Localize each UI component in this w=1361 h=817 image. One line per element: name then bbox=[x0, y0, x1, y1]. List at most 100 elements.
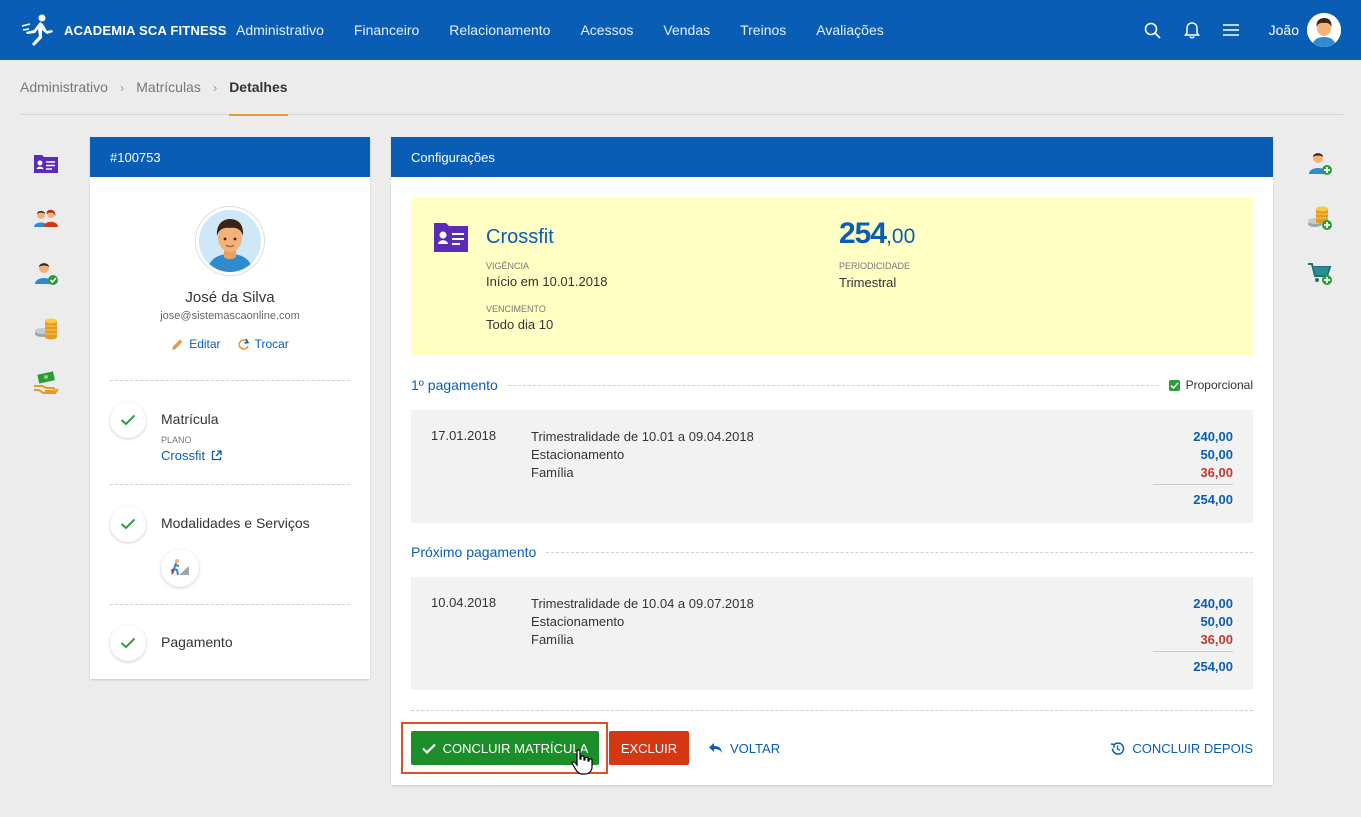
next-payment-title: Próximo pagamento bbox=[411, 544, 537, 560]
next-payment-values: 240,00 50,00 36,00 bbox=[1193, 595, 1233, 649]
divider bbox=[110, 380, 350, 381]
vigencia-value: Início em 10.01.2018 bbox=[486, 274, 608, 289]
total-separator bbox=[1153, 484, 1233, 485]
nav-item-avaliacoes[interactable]: Avaliações bbox=[816, 22, 883, 38]
step-title-matricula: Matrícula bbox=[161, 411, 219, 427]
user-avatar[interactable] bbox=[1307, 13, 1341, 47]
money-hand-icon[interactable] bbox=[33, 370, 59, 396]
payment-value: 240,00 bbox=[1193, 596, 1233, 611]
divider bbox=[110, 604, 350, 605]
first-payment-date: 17.01.2018 bbox=[431, 428, 497, 443]
plan-link[interactable]: Crossfit bbox=[161, 448, 222, 463]
user-check-icon[interactable] bbox=[33, 260, 59, 286]
member-name: José da Silva bbox=[185, 289, 275, 306]
member-card: #100753 José da Silva jose@sistemascaonl… bbox=[90, 137, 370, 679]
payment-line: Estacionamento bbox=[531, 447, 625, 462]
crossfit-modality-icon[interactable] bbox=[161, 549, 199, 587]
member-id-header: #100753 bbox=[90, 137, 370, 177]
divider bbox=[546, 551, 1253, 553]
runner-logo-icon bbox=[21, 14, 53, 46]
profile-avatar bbox=[196, 207, 264, 275]
back-button[interactable]: VOLTAR bbox=[708, 731, 780, 765]
breadcrumb-matriculas[interactable]: Matrículas bbox=[136, 79, 201, 95]
member-email: jose@sistemascaonline.com bbox=[160, 310, 300, 322]
nav-item-vendas[interactable]: Vendas bbox=[663, 22, 710, 38]
payment-line: Família bbox=[531, 465, 574, 480]
next-payment-details: 10.04.2018 Trimestralidade de 10.04 a 09… bbox=[411, 577, 1253, 690]
plan-name: Crossfit bbox=[486, 226, 554, 248]
payment-value: 50,00 bbox=[1200, 447, 1233, 462]
breadcrumb-current: Detalhes bbox=[229, 60, 288, 116]
add-user-icon[interactable] bbox=[1307, 150, 1333, 176]
add-coins-icon[interactable] bbox=[1307, 205, 1333, 231]
brand[interactable]: ACADEMIA SCA FITNESS bbox=[20, 12, 227, 48]
plan-price: 254,00 bbox=[839, 217, 915, 251]
next-payment-lines: Trimestralidade de 10.04 a 09.07.2018 Es… bbox=[531, 595, 754, 649]
left-toolbar bbox=[33, 150, 59, 425]
search-icon[interactable] bbox=[1143, 20, 1163, 40]
right-toolbar bbox=[1307, 150, 1333, 315]
external-link-icon bbox=[211, 450, 222, 461]
divider bbox=[110, 484, 350, 485]
edit-label: Editar bbox=[189, 337, 221, 351]
edit-button[interactable]: Editar bbox=[171, 337, 221, 351]
refresh-icon bbox=[238, 338, 249, 350]
payment-value: 240,00 bbox=[1193, 429, 1233, 444]
history-icon bbox=[1111, 741, 1125, 755]
coins-icon[interactable] bbox=[33, 315, 59, 341]
first-payment-lines: Trimestralidade de 10.01 a 09.04.2018 Es… bbox=[531, 428, 754, 482]
nav-right: João bbox=[1124, 0, 1341, 60]
config-header: Configurações bbox=[391, 137, 1273, 177]
first-payment-title: 1º pagamento bbox=[411, 377, 498, 393]
swap-button[interactable]: Trocar bbox=[237, 337, 289, 351]
first-payment-header: 1º pagamento Proporcional bbox=[411, 375, 1253, 395]
conclude-later-button[interactable]: CONCLUIR DEPOIS bbox=[1110, 731, 1253, 765]
step-matricula: Matrícula PLANO Crossfit bbox=[110, 402, 350, 463]
plan-summary: Crossfit VIGÊNCIA Início em 10.01.2018 V… bbox=[411, 197, 1253, 355]
couple-icon[interactable] bbox=[33, 205, 59, 231]
check-icon bbox=[110, 402, 146, 438]
swap-label: Trocar bbox=[254, 337, 289, 351]
vencimento-label: VENCIMENTO bbox=[486, 304, 546, 314]
payment-value: 50,00 bbox=[1200, 614, 1233, 629]
delete-button[interactable]: EXCLUIR bbox=[609, 731, 689, 765]
breadcrumb-administrativo[interactable]: Administrativo bbox=[20, 79, 108, 95]
back-label: VOLTAR bbox=[730, 740, 781, 756]
payment-value: 36,00 bbox=[1200, 632, 1233, 647]
checkbox-checked-icon bbox=[1168, 379, 1180, 391]
proportional-label: Proporcional bbox=[1185, 378, 1253, 392]
payment-line: Trimestralidade de 10.01 a 09.04.2018 bbox=[531, 429, 754, 444]
plan-link-text: Crossfit bbox=[161, 448, 206, 463]
main-nav: Administrativo Financeiro Relacionamento… bbox=[236, 0, 914, 60]
vigencia-label: VIGÊNCIA bbox=[486, 261, 530, 271]
conclude-later-label: CONCLUIR DEPOIS bbox=[1132, 740, 1253, 756]
total-separator bbox=[1153, 651, 1233, 652]
pencil-icon bbox=[172, 339, 183, 350]
payment-line: Trimestralidade de 10.04 a 09.07.2018 bbox=[531, 596, 754, 611]
config-card: Configurações Crossfit VIGÊNCIA Início e… bbox=[391, 137, 1273, 785]
breadcrumb-chevron-icon: › bbox=[119, 79, 125, 95]
profile-actions: Editar Trocar bbox=[90, 337, 370, 351]
nav-item-financeiro[interactable]: Financeiro bbox=[354, 22, 419, 38]
periodicidade-label: PERIODICIDADE bbox=[839, 261, 911, 271]
step-title-modalidades: Modalidades e Serviços bbox=[161, 515, 310, 531]
nav-item-relacionamento[interactable]: Relacionamento bbox=[449, 22, 550, 38]
check-icon bbox=[421, 743, 436, 754]
divider bbox=[411, 710, 1253, 711]
plan-label: PLANO bbox=[161, 435, 192, 445]
user-name[interactable]: João bbox=[1269, 22, 1299, 38]
add-cart-icon[interactable] bbox=[1307, 260, 1333, 286]
payment-line: Estacionamento bbox=[531, 614, 625, 629]
price-decimal: ,00 bbox=[886, 225, 916, 248]
member-card-icon[interactable] bbox=[33, 150, 59, 176]
first-payment-details: 17.01.2018 Trimestralidade de 10.01 a 09… bbox=[411, 410, 1253, 523]
nav-item-acessos[interactable]: Acessos bbox=[580, 22, 633, 38]
nav-item-administrativo[interactable]: Administrativo bbox=[236, 22, 324, 38]
step-pagamento: Pagamento bbox=[110, 625, 350, 665]
menu-icon[interactable] bbox=[1221, 20, 1241, 40]
payment-line: Família bbox=[531, 632, 574, 647]
bell-icon[interactable] bbox=[1182, 20, 1202, 40]
next-payment-header: Próximo pagamento bbox=[411, 542, 1253, 562]
proportional-checkbox[interactable]: Proporcional bbox=[1168, 378, 1253, 392]
nav-item-treinos[interactable]: Treinos bbox=[740, 22, 786, 38]
